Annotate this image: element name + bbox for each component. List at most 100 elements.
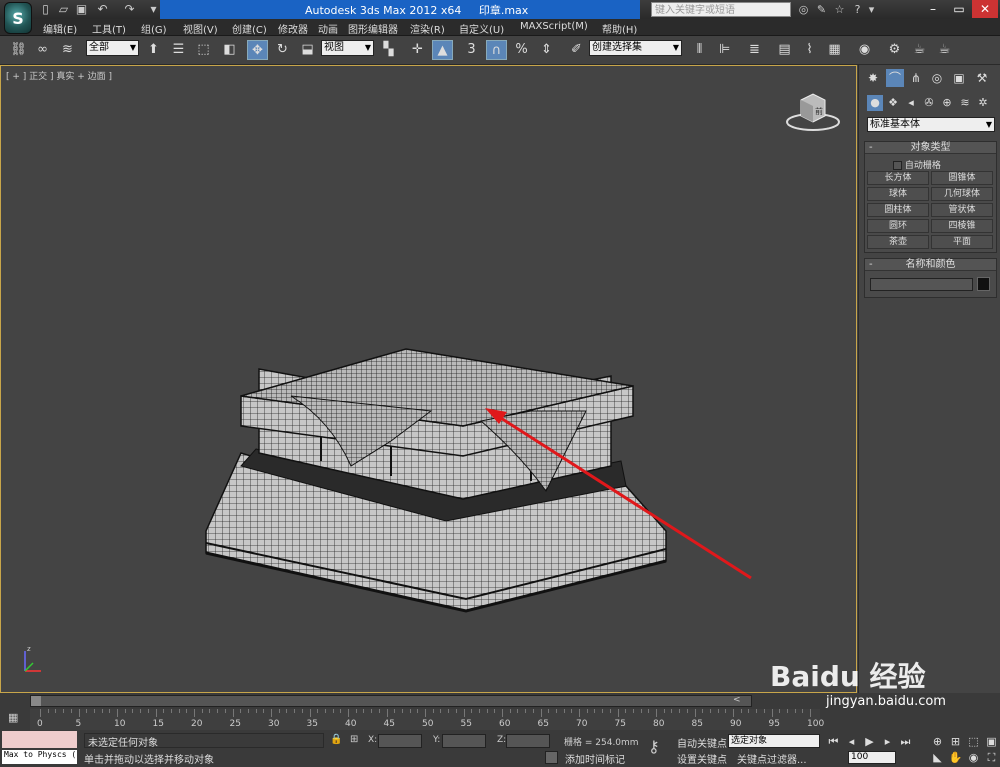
menu-rendering[interactable]: 渲染(R) (410, 21, 445, 36)
menu-views[interactable]: 视图(V) (183, 21, 218, 36)
goto-start-icon[interactable]: ⏮ (826, 734, 841, 749)
torus-button[interactable]: 圆环 (867, 219, 929, 233)
time-prev-icon[interactable]: < (733, 695, 743, 707)
teapot-button[interactable]: 茶壶 (867, 235, 929, 249)
cameras-icon[interactable]: ✇ (921, 95, 937, 111)
render-production-icon[interactable]: ☕ (934, 40, 955, 60)
time-slider[interactable] (30, 695, 752, 707)
menu-graph-editors[interactable]: 图形编辑器 (348, 21, 398, 36)
menu-modifiers[interactable]: 修改器 (278, 21, 308, 36)
zoom-icon[interactable]: ⊕ (930, 734, 945, 749)
app-logo-icon[interactable]: S (4, 2, 32, 34)
pan-icon[interactable]: ✋ (948, 750, 963, 765)
cone-button[interactable]: 圆锥体 (931, 171, 993, 185)
help-icon[interactable]: ? (850, 2, 865, 17)
select-move-icon[interactable]: ✥ (247, 40, 268, 60)
select-by-name-icon[interactable]: ☰ (168, 40, 189, 60)
next-frame-icon[interactable]: ▸ (880, 734, 895, 749)
binoculars-icon[interactable]: ◎ (796, 2, 811, 17)
save-file-icon[interactable]: ▣ (74, 2, 89, 17)
tools-icon[interactable]: ✎ (814, 2, 829, 17)
curve-editor-icon[interactable]: ⌇ (799, 40, 820, 60)
trackbar[interactable]: 0 5 10 15 20 25 30 35 40 45 50 55 60 65 70 75 80 85 90 95 10… (30, 709, 824, 730)
lights-icon[interactable]: ◂ (903, 95, 919, 111)
motion-tab-icon[interactable]: ◎ (928, 69, 946, 87)
perspective-viewport[interactable]: [ + ] 正交 ] 真实 + 边面 ] 前 z (0, 65, 857, 693)
rollout-header[interactable]: - 名称和颜色 (865, 259, 996, 271)
selected-set-dropdown[interactable]: 选定对象 (728, 734, 820, 748)
geometry-icon[interactable]: ● (867, 95, 883, 111)
align-icon[interactable]: ⊫ (714, 40, 735, 60)
zoom-all-icon[interactable]: ⊞ (948, 734, 963, 749)
minilistener-pink[interactable] (2, 731, 77, 748)
cylinder-button[interactable]: 圆柱体 (867, 203, 929, 217)
close-button[interactable]: ✕ (972, 0, 998, 18)
time-slider-thumb[interactable] (31, 696, 41, 706)
hierarchy-tab-icon[interactable]: ⋔ (907, 69, 925, 87)
menu-help[interactable]: 帮助(H) (602, 21, 637, 36)
bind-spacewarp-icon[interactable]: ≋ (57, 40, 78, 60)
geosphere-button[interactable]: 几何球体 (931, 187, 993, 201)
spinner-snap-icon[interactable]: ⇕ (536, 40, 557, 60)
star-icon[interactable]: ☆ (832, 2, 847, 17)
maximize-viewport-icon[interactable]: ⛶ (984, 750, 999, 765)
render-setup-icon[interactable]: ⚙ (884, 40, 905, 60)
menu-edit[interactable]: 编辑(E) (43, 21, 77, 36)
systems-icon[interactable]: ✲ (975, 95, 991, 111)
z-coord-field[interactable] (506, 734, 550, 748)
modify-tab-icon[interactable]: ⌒ (886, 69, 904, 87)
edit-named-selection-icon[interactable]: ✐ (566, 40, 587, 60)
graphite-ribbon-icon[interactable]: ▤ (774, 40, 795, 60)
set-key-button[interactable]: 设置关键点 (677, 751, 727, 766)
menu-tools[interactable]: 工具(T) (92, 21, 126, 36)
fov-icon[interactable]: ◣ (930, 750, 945, 765)
object-name-field[interactable] (870, 278, 973, 291)
prev-frame-icon[interactable]: ◂ (844, 734, 859, 749)
plane-button[interactable]: 平面 (931, 235, 993, 249)
auto-key-button[interactable]: 自动关键点 (677, 735, 727, 750)
orbit-icon[interactable]: ◉ (966, 750, 981, 765)
named-selection-dropdown[interactable]: 创建选择集 ▼ (589, 40, 682, 56)
tube-button[interactable]: 管状体 (931, 203, 993, 217)
select-scale-icon[interactable]: ⬓ (297, 40, 318, 60)
window-crossing-icon[interactable]: ◧ (219, 40, 240, 60)
y-coord-field[interactable] (442, 734, 486, 748)
autogrid-checkbox[interactable]: 自动栅格 (893, 158, 941, 171)
rect-selection-icon[interactable]: ⬚ (193, 40, 214, 60)
absolute-mode-icon[interactable]: ⊞ (350, 734, 358, 745)
shapes-icon[interactable]: ❖ (885, 95, 901, 111)
open-file-icon[interactable]: ▱ (56, 2, 71, 17)
object-category-dropdown[interactable]: 标准基本体 ▼ (867, 117, 995, 132)
redo-icon[interactable]: ↷ (122, 2, 137, 17)
box-button[interactable]: 长方体 (867, 171, 929, 185)
menu-animation[interactable]: 动画 (318, 21, 338, 36)
selection-filter-dropdown[interactable]: 全部 ▼ (86, 40, 139, 56)
schematic-view-icon[interactable]: ▦ (824, 40, 845, 60)
trackbar-toggle-icon[interactable]: ▦ (8, 711, 24, 725)
helpers-icon[interactable]: ⊕ (939, 95, 955, 111)
rollout-header[interactable]: - 对象类型 (865, 142, 996, 154)
key-filters-button[interactable]: 关键点过滤器... (737, 751, 807, 766)
goto-end-icon[interactable]: ⏭ (898, 734, 913, 749)
new-file-icon[interactable]: ▯ (38, 2, 53, 17)
pivot-center-icon[interactable]: ▚ (378, 40, 399, 60)
sphere-button[interactable]: 球体 (867, 187, 929, 201)
maxscript-listener[interactable]: Max to Physcs ( (2, 750, 77, 764)
material-editor-icon[interactable]: ◉ (854, 40, 875, 60)
x-coord-field[interactable] (378, 734, 422, 748)
key-icon[interactable]: ⚷ (648, 737, 660, 756)
create-tab-icon[interactable]: ✸ (864, 69, 882, 87)
spacewarps-icon[interactable]: ≋ (957, 95, 973, 111)
minimize-button[interactable]: – (920, 0, 946, 18)
zoom-extents-all-icon[interactable]: ▣ (984, 734, 999, 749)
add-time-tag[interactable]: 添加时间标记 (565, 751, 625, 766)
play-icon[interactable]: ▶ (862, 734, 877, 749)
object-color-swatch[interactable] (977, 277, 990, 291)
select-rotate-icon[interactable]: ↻ (272, 40, 293, 60)
unlink-icon[interactable]: ∞ (32, 40, 53, 60)
angle-snap-icon[interactable]: ∩ (486, 40, 507, 60)
menu-customize[interactable]: 自定义(U) (459, 21, 504, 36)
zoom-extents-icon[interactable]: ⬚ (966, 734, 981, 749)
select-manipulate-icon[interactable]: ✛ (407, 40, 428, 60)
rendered-frame-icon[interactable]: ☕ (909, 40, 930, 60)
